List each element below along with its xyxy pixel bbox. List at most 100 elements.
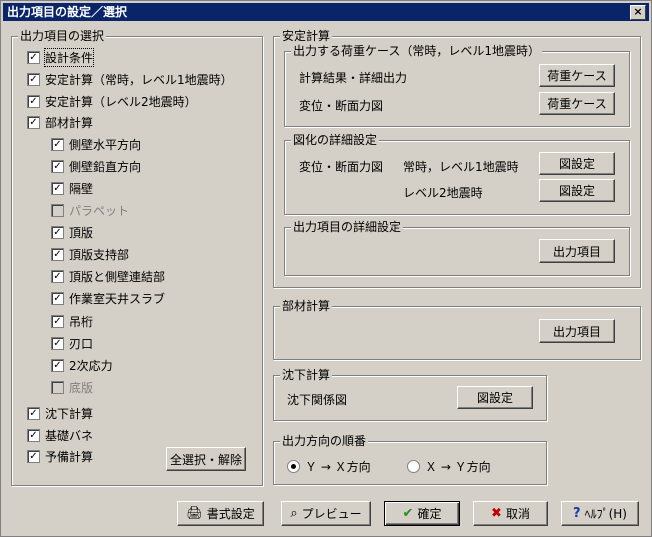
checkbox[interactable]: ✓ [27, 115, 40, 129]
checkbox-label: 頂版 [69, 225, 94, 240]
figure-level2-label: レベル2地震時 [403, 186, 483, 200]
radio-x-to-y[interactable]: Ｘ → Ｙ方向 [407, 458, 491, 475]
checkbox [51, 203, 64, 217]
stability-group-title: 安定計算 [280, 29, 333, 43]
checklist-item[interactable]: ✓ 安定計算（レベル2地震時） [27, 93, 197, 109]
load-case-group: 出力する荷重ケース（常時，レベル1地震時） [284, 44, 630, 127]
checklist-item[interactable]: ✓ 頂版と側壁連結部 [51, 268, 165, 284]
member-calc-group-title: 部材計算 [280, 299, 333, 313]
checkbox-label: パラペット [69, 203, 130, 218]
output-detail-group-title: 出力項目の詳細設定 [291, 220, 404, 234]
checkbox-label: 基礎バネ [45, 428, 94, 443]
load-case-button-2[interactable]: 荷重ケース [539, 92, 615, 115]
checklist-item[interactable]: ✓ 側壁鉛直方向 [51, 158, 141, 174]
checkbox [51, 380, 64, 394]
close-button[interactable]: × [630, 5, 646, 20]
checkbox[interactable]: ✓ [27, 50, 40, 64]
question-icon: ? [573, 506, 581, 521]
checklist-item[interactable]: ✓ 沈下計算 [27, 405, 93, 421]
checkbox[interactable]: ✓ [27, 72, 40, 86]
checkbox-label: 2次応力 [69, 358, 113, 373]
checklist-item[interactable]: ✓ 設計条件 [27, 47, 95, 67]
printer-icon: 🖨 [186, 506, 203, 521]
checkbox[interactable]: ✓ [27, 94, 40, 108]
checklist-item: パラペット [51, 202, 129, 218]
checkbox[interactable]: ✓ [51, 225, 64, 239]
checklist-item[interactable]: ✓ 隔壁 [51, 180, 93, 196]
figure-settings-button-1[interactable]: 図設定 [539, 152, 615, 175]
radio-y-to-x-label: Ｙ → Ｘ方向 [305, 460, 371, 474]
magnifier-icon: ⌕ [290, 506, 298, 521]
checkbox[interactable]: ✓ [51, 314, 64, 328]
checklist-item: 底版 [51, 379, 93, 395]
checkbox-label: 沈下計算 [45, 406, 94, 421]
checkbox-label: 安定計算（レベル2地震時） [45, 94, 197, 109]
checkbox-label: 頂版支持部 [69, 247, 130, 262]
checklist-item[interactable]: ✓ 側壁水平方向 [51, 136, 141, 152]
checkbox-label: 隔壁 [69, 181, 94, 196]
checkbox-label: 作業室天井スラブ [69, 291, 166, 306]
checklist-item[interactable]: ✓ 2次応力 [51, 357, 113, 373]
checkbox[interactable]: ✓ [51, 358, 64, 372]
ok-label: 確定 [417, 507, 442, 521]
checklist-item[interactable]: ✓ 予備計算 [27, 448, 93, 464]
checklist-item[interactable]: ✓ 作業室天井スラブ [51, 290, 165, 306]
cancel-label: 取消 [505, 507, 530, 521]
checklist-item[interactable]: ✓ 部材計算 [27, 114, 93, 130]
cancel-button[interactable]: ✖ 取消 [473, 501, 548, 526]
dialog-window: 出力項目の設定／選択 × 出力項目の選択 ✓ 設計条件 ✓ 安定計算（常時，レベル1地… [0, 0, 652, 537]
figure-normal-label: 常時，レベル1地震時 [403, 160, 519, 174]
direction-order-group-title: 出力方向の順番 [280, 434, 369, 448]
window-title: 出力項目の設定／選択 [7, 5, 128, 19]
load-case-group-title: 出力する荷重ケース（常時，レベル1地震時） [291, 44, 543, 58]
checkbox-label: 予備計算 [45, 449, 94, 464]
radio-y-to-x-circle[interactable] [287, 460, 300, 473]
checkbox-label: 安定計算（常時，レベル1地震時） [45, 72, 233, 87]
checklist-item[interactable]: ✓ 安定計算（常時，レベル1地震時） [27, 71, 233, 87]
stability-output-items-button[interactable]: 出力項目 [539, 239, 615, 263]
checklist-item[interactable]: ✓ 刃口 [51, 335, 93, 351]
settlement-figure-button[interactable]: 図設定 [457, 386, 533, 409]
checkbox[interactable]: ✓ [51, 336, 64, 350]
checklist-item[interactable]: ✓ 吊桁 [51, 313, 93, 329]
output-items-group-title: 出力項目の選択 [18, 29, 107, 43]
checkbox-label: 底版 [69, 380, 94, 395]
checkbox-label: 刃口 [69, 336, 94, 351]
checkbox[interactable]: ✓ [51, 181, 64, 195]
ok-button[interactable]: ✔ 確定 [384, 501, 460, 526]
radio-y-to-x[interactable]: Ｙ → Ｘ方向 [287, 458, 371, 475]
figure-displacement-label: 変位・断面力図 [299, 160, 384, 174]
checkmark-icon: ✔ [402, 506, 414, 521]
checkbox[interactable]: ✓ [51, 269, 64, 283]
checkbox-label: 吊桁 [69, 314, 94, 329]
checkbox-label: 側壁水平方向 [69, 137, 142, 152]
title-bar: 出力項目の設定／選択 × [3, 3, 649, 21]
load-case-button-1[interactable]: 荷重ケース [539, 64, 615, 87]
checkbox[interactable]: ✓ [51, 137, 64, 151]
settlement-figure-label: 沈下関係図 [287, 393, 348, 407]
checklist-item[interactable]: ✓ 頂版支持部 [51, 246, 129, 262]
checkbox[interactable]: ✓ [27, 449, 40, 463]
x-icon: ✖ [491, 506, 502, 521]
help-button[interactable]: ? ﾍﾙﾌﾟ(H) [561, 501, 639, 526]
preview-label: プレビュー [301, 507, 362, 521]
format-settings-button[interactable]: 🖨 書式設定 [177, 501, 264, 526]
checklist-item[interactable]: ✓ 基礎バネ [27, 427, 93, 443]
preview-button[interactable]: ⌕ プレビュー [281, 501, 371, 526]
radio-selected-dot [291, 464, 296, 469]
checkbox[interactable]: ✓ [51, 291, 64, 305]
select-all-button[interactable]: 全選択・解除 [166, 447, 246, 471]
checkbox-label: 部材計算 [45, 115, 94, 130]
checkbox[interactable]: ✓ [51, 159, 64, 173]
checkbox[interactable]: ✓ [27, 406, 40, 420]
figure-settings-button-2[interactable]: 図設定 [539, 179, 615, 202]
checkbox[interactable]: ✓ [27, 428, 40, 442]
checklist-item[interactable]: ✓ 頂版 [51, 224, 93, 240]
member-output-items-button[interactable]: 出力項目 [539, 319, 615, 343]
settlement-group-title: 沈下計算 [280, 368, 333, 382]
checkbox-label: 側壁鉛直方向 [69, 159, 142, 174]
checkbox-label: 設計条件 [43, 47, 95, 67]
radio-x-to-y-circle[interactable] [407, 460, 420, 473]
checkbox[interactable]: ✓ [51, 247, 64, 261]
format-settings-label: 書式設定 [206, 507, 255, 521]
